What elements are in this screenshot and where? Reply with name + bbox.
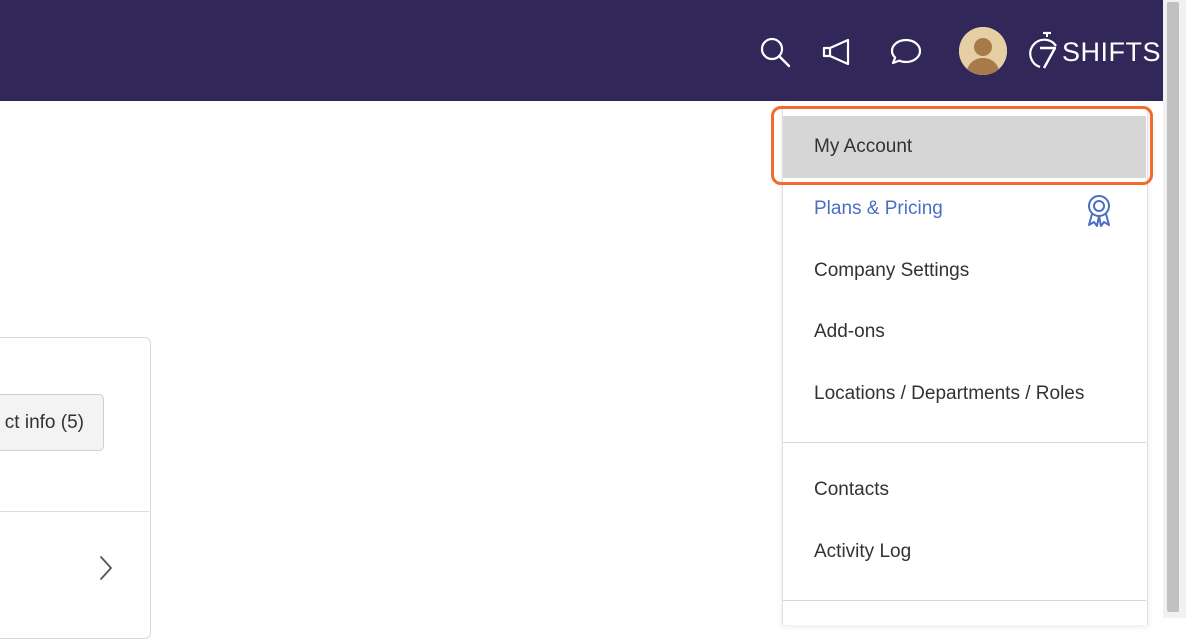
menu-item-label: Activity Log: [814, 541, 912, 562]
menu-item-label: Plans & Pricing: [814, 198, 943, 219]
user-avatar[interactable]: [959, 27, 1007, 75]
focus-highlight: [771, 106, 1153, 185]
menu-item-locations-departments-roles[interactable]: Locations / Departments / Roles: [783, 364, 1146, 424]
seven-logo-icon: [1029, 31, 1057, 69]
brand-logo[interactable]: SHIFTS: [1028, 30, 1161, 74]
menu-item-label: Add-ons: [814, 321, 885, 342]
contact-info-button[interactable]: ct info (5): [0, 394, 104, 451]
card-divider: [0, 511, 149, 512]
contact-info-button-label: ct info (5): [4, 411, 84, 433]
menu-item-label: Locations / Departments / Roles: [814, 383, 1085, 404]
menu-item-label: Company Settings: [814, 260, 970, 281]
chat-icon[interactable]: [888, 34, 924, 70]
menu-item-company-settings[interactable]: Company Settings: [783, 241, 1146, 301]
menu-divider: [783, 600, 1146, 601]
menu-item-label: Contacts: [814, 479, 889, 500]
megaphone-icon[interactable]: [820, 34, 856, 70]
search-icon[interactable]: [757, 34, 793, 70]
award-badge-icon: [1085, 194, 1113, 233]
contact-card: [0, 337, 151, 639]
menu-item-activity-log[interactable]: Activity Log: [783, 522, 1146, 582]
brand-logo-text: SHIFTS: [1062, 37, 1162, 67]
scrollbar-thumb[interactable]: [1167, 2, 1179, 612]
menu-item-add-ons[interactable]: Add-ons: [783, 302, 1146, 362]
menu-divider: [783, 442, 1146, 443]
menu-item-contacts[interactable]: Contacts: [783, 460, 1146, 520]
chevron-right-icon[interactable]: [96, 554, 116, 587]
